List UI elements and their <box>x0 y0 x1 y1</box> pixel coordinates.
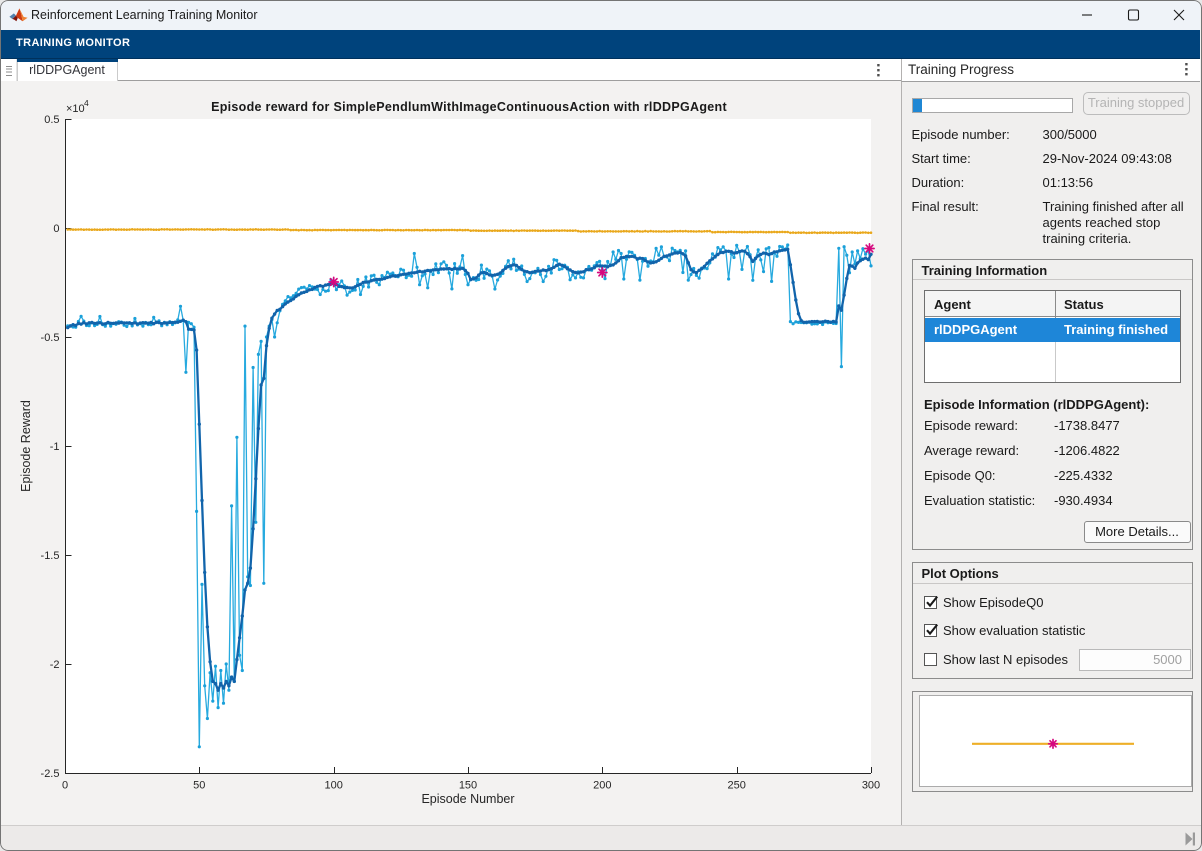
svg-text:100: 100 <box>325 780 343 792</box>
svg-text:0.5: 0.5 <box>44 114 59 126</box>
svg-text:Episode Reward: Episode Reward <box>19 400 33 492</box>
svg-text:300: 300 <box>862 780 880 792</box>
svg-text:-1: -1 <box>50 441 60 453</box>
svg-text:150: 150 <box>459 780 477 792</box>
svg-text:-0.5: -0.5 <box>41 332 60 344</box>
svg-text:-2: -2 <box>50 659 60 671</box>
svg-text:-2.5: -2.5 <box>41 768 60 780</box>
svg-text:200: 200 <box>593 780 611 792</box>
svg-text:4: 4 <box>84 98 89 108</box>
svg-text:-1.5: -1.5 <box>41 550 60 562</box>
svg-text:50: 50 <box>193 780 205 792</box>
svg-text:0: 0 <box>62 780 68 792</box>
svg-text:Episode Number: Episode Number <box>421 792 514 806</box>
svg-text:Episode reward for SimplePendl: Episode reward for SimplePendlumWithImag… <box>211 100 727 114</box>
svg-text:×10: ×10 <box>66 103 85 115</box>
svg-text:250: 250 <box>728 780 746 792</box>
svg-text:0: 0 <box>53 223 59 235</box>
